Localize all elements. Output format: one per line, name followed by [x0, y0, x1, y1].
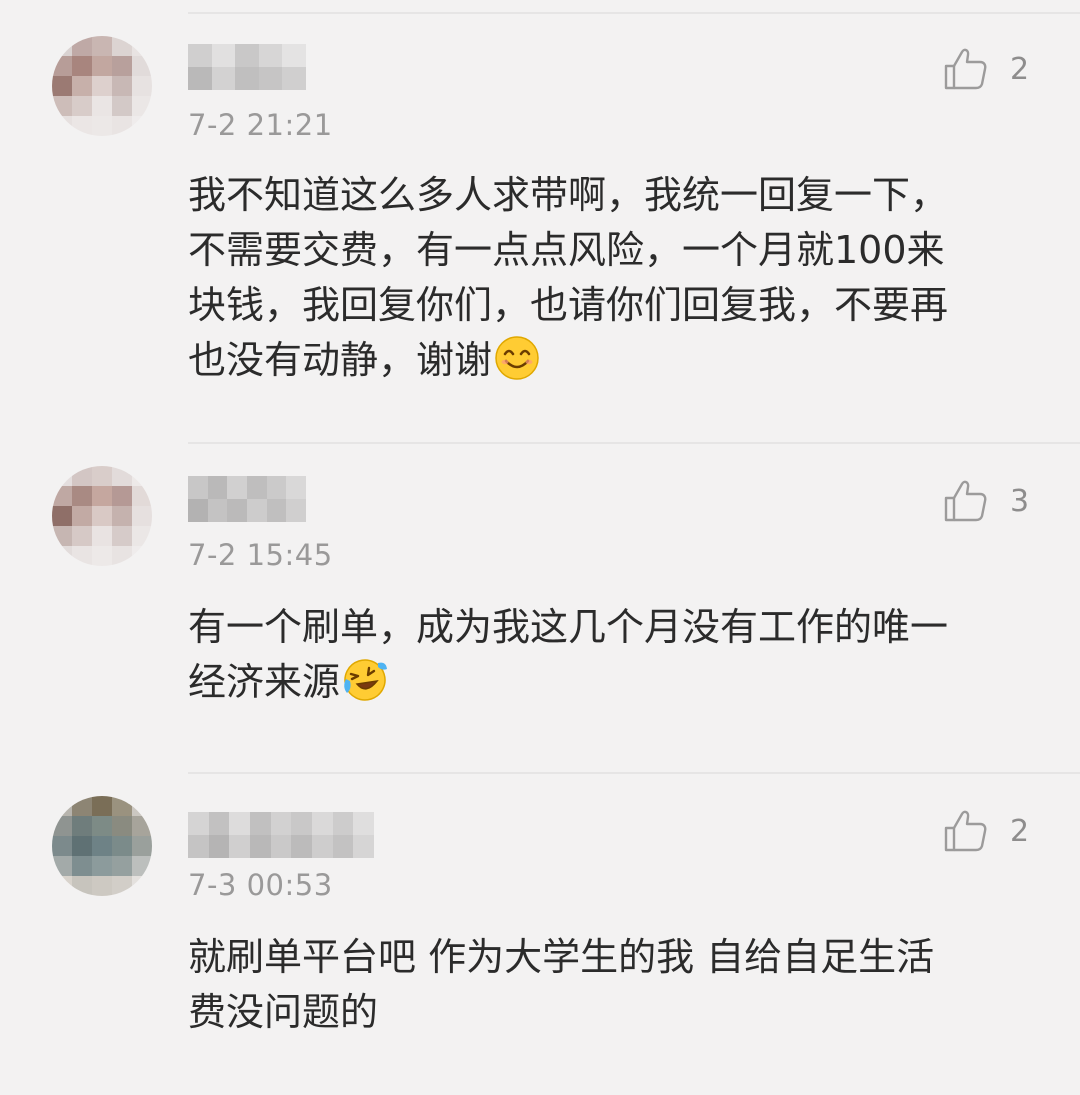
username-blurred[interactable]: [188, 476, 306, 522]
like-count: 3: [1010, 484, 1030, 519]
divider: [188, 772, 1080, 774]
comment-text: 就刷单平台吧 作为大学生的我 自给自足生活 费没问题的: [188, 930, 1038, 1040]
avatar[interactable]: [52, 36, 152, 136]
username-blurred[interactable]: [188, 44, 306, 90]
like-count: 2: [1010, 814, 1030, 849]
avatar[interactable]: [52, 466, 152, 566]
comment-text: 我不知道这么多人求带啊，我统一回复一下， 不需要交费，有一点点风险，一个月就10…: [188, 168, 1038, 388]
divider: [188, 442, 1080, 444]
comment-time: 7-2 15:45: [188, 538, 333, 572]
comment-time: 7-2 21:21: [188, 108, 333, 142]
comment-time: 7-3 00:53: [188, 868, 333, 902]
avatar[interactable]: [52, 796, 152, 896]
laughing-crying-face-icon: [344, 659, 388, 701]
comment-text-content: 就刷单平台吧 作为大学生的我 自给自足生活 费没问题的: [188, 935, 935, 1034]
comment-text-content: 我不知道这么多人求带啊，我统一回复一下， 不需要交费，有一点点风险，一个月就10…: [188, 173, 949, 382]
divider: [188, 12, 1080, 14]
smiling-face-icon: [495, 336, 539, 380]
thumbs-up-icon[interactable]: [940, 44, 990, 94]
comment-list: 7-2 21:21 2 我不知道这么多人求带啊，我统一回复一下， 不需要交费，有…: [0, 0, 1080, 1095]
thumbs-up-icon[interactable]: [940, 806, 990, 856]
like-count: 2: [1010, 52, 1030, 87]
comment-text: 有一个刷单，成为我这几个月没有工作的唯一 经济来源: [188, 600, 1038, 710]
thumbs-up-icon[interactable]: [940, 476, 990, 526]
username-blurred[interactable]: [188, 812, 374, 858]
comment-text-content: 有一个刷单，成为我这几个月没有工作的唯一 经济来源: [188, 605, 949, 704]
